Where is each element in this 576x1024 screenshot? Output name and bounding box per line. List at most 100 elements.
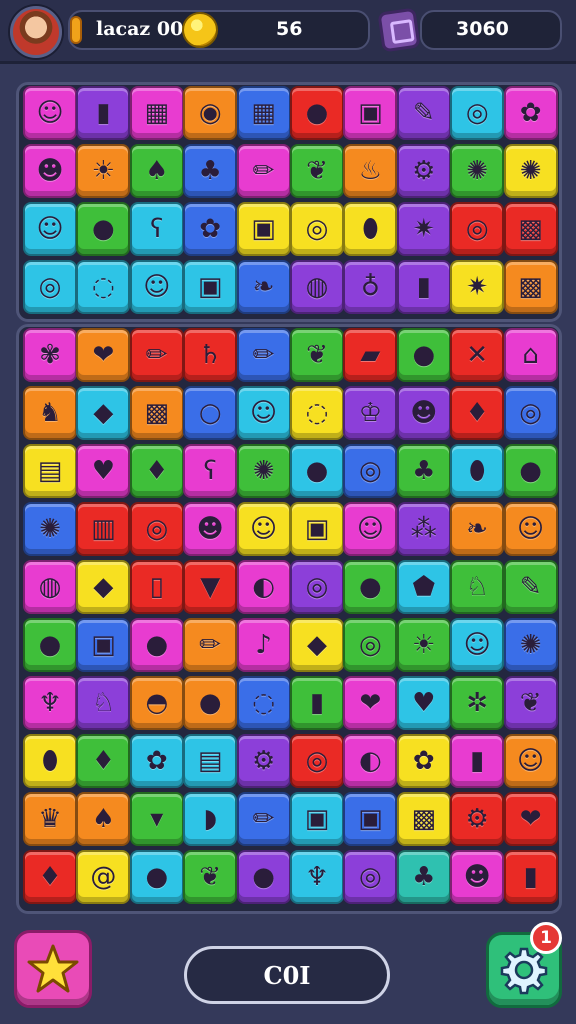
- board-top-tile[interactable]: ♁: [343, 260, 398, 314]
- board-top-tile[interactable]: ☺: [23, 202, 77, 256]
- board-top-tile[interactable]: ✷: [396, 202, 451, 256]
- board-bottom-tile[interactable]: ⁂: [396, 502, 451, 556]
- board-bottom-tile[interactable]: ⬮: [23, 734, 77, 788]
- board-bottom-tile[interactable]: ◍: [23, 560, 77, 614]
- board-bottom-tile[interactable]: ✎: [503, 560, 558, 614]
- board-bottom-tile[interactable]: ☀: [396, 618, 451, 672]
- board-bottom-tile[interactable]: ♄: [183, 328, 238, 382]
- board-top-tile[interactable]: ♨: [343, 144, 398, 198]
- board-bottom-tile[interactable]: ♥: [76, 444, 131, 498]
- board-top-tile[interactable]: ▩: [503, 260, 558, 314]
- board-bottom-tile[interactable]: ▩: [396, 792, 451, 846]
- board-top-tile[interactable]: ✿: [183, 202, 238, 256]
- board-bottom-tile[interactable]: ✾: [23, 328, 77, 382]
- board-top-tile[interactable]: ◎: [450, 202, 505, 256]
- board-top-tile[interactable]: ♠: [129, 144, 184, 198]
- board-bottom-tile[interactable]: ♪: [236, 618, 291, 672]
- board-top-tile[interactable]: ◉: [183, 86, 238, 140]
- board-top-tile[interactable]: ⚙: [396, 144, 451, 198]
- board-bottom-tile[interactable]: ◆: [76, 386, 131, 440]
- board-bottom-tile[interactable]: ❤: [343, 676, 398, 730]
- board-bottom-tile[interactable]: ❦: [290, 328, 344, 382]
- board-bottom-tile[interactable]: ❦: [503, 676, 558, 730]
- board-top-tile[interactable]: ✿: [503, 86, 558, 140]
- board-top-tile[interactable]: ◎: [290, 202, 344, 256]
- board-top-tile[interactable]: ☺: [129, 260, 184, 314]
- board-bottom-tile[interactable]: ♦: [450, 386, 505, 440]
- board-bottom-tile[interactable]: ⌂: [503, 328, 558, 382]
- board-bottom-tile[interactable]: ☺: [503, 734, 558, 788]
- board-bottom-tile[interactable]: ♔: [343, 386, 398, 440]
- board-top-tile[interactable]: ▣: [183, 260, 238, 314]
- board-bottom-tile[interactable]: ●: [183, 676, 238, 730]
- board-bottom-tile[interactable]: ☺: [450, 618, 505, 672]
- board-bottom-tile[interactable]: ●: [396, 328, 451, 382]
- board-top-tile[interactable]: ⬮: [343, 202, 398, 256]
- board-bottom-tile[interactable]: ♠: [76, 792, 131, 846]
- board-bottom-tile[interactable]: ◌: [236, 676, 291, 730]
- board-top-tile[interactable]: ♣: [183, 144, 238, 198]
- board-bottom-tile[interactable]: ●: [129, 850, 184, 904]
- board-bottom-tile[interactable]: ◎: [129, 502, 184, 556]
- board-bottom-tile[interactable]: ◎: [343, 618, 398, 672]
- board-bottom-tile[interactable]: ▮: [450, 734, 505, 788]
- board-bottom-tile[interactable]: ✕: [450, 328, 505, 382]
- board-bottom-tile[interactable]: ◎: [290, 560, 344, 614]
- board-bottom-tile[interactable]: ♛: [23, 792, 77, 846]
- board-top-tile[interactable]: ✺: [503, 144, 558, 198]
- board-bottom-tile[interactable]: ♥: [396, 676, 451, 730]
- board-bottom-tile[interactable]: ◎: [290, 734, 344, 788]
- board-bottom-tile[interactable]: ⚙: [450, 792, 505, 846]
- board-bottom-tile[interactable]: ✺: [236, 444, 291, 498]
- board-bottom-tile[interactable]: ♆: [290, 850, 344, 904]
- board-bottom-tile[interactable]: ❧: [450, 502, 505, 556]
- board-bottom-tile[interactable]: ◐: [343, 734, 398, 788]
- board-bottom-tile[interactable]: ▼: [183, 560, 238, 614]
- board-top-tile[interactable]: ▮: [76, 86, 131, 140]
- board-top-tile[interactable]: ▣: [343, 86, 398, 140]
- board-bottom-tile[interactable]: ◗: [183, 792, 238, 846]
- board-bottom-tile[interactable]: ʕ: [183, 444, 238, 498]
- board-bottom-tile[interactable]: ♞: [23, 386, 77, 440]
- board-bottom-tile[interactable]: ✲: [450, 676, 505, 730]
- board-top-tile[interactable]: ◎: [23, 260, 77, 314]
- board-top-tile[interactable]: ❧: [236, 260, 291, 314]
- board-top-tile[interactable]: ▦: [129, 86, 184, 140]
- player-avatar[interactable]: [10, 6, 62, 58]
- board-bottom-tile[interactable]: ✿: [129, 734, 184, 788]
- board-top-tile[interactable]: ▦: [236, 86, 291, 140]
- board-bottom-tile[interactable]: ♘: [450, 560, 505, 614]
- board-bottom-tile[interactable]: ▣: [343, 792, 398, 846]
- star-booster-button[interactable]: [14, 930, 92, 1008]
- board-top-tile[interactable]: ◍: [290, 260, 344, 314]
- board-top-tile[interactable]: ●: [76, 202, 131, 256]
- board-bottom-tile[interactable]: ▾: [129, 792, 184, 846]
- board-bottom-tile[interactable]: ●: [343, 560, 398, 614]
- board-top-tile[interactable]: ❦: [290, 144, 344, 198]
- board-bottom-tile[interactable]: ○: [183, 386, 238, 440]
- board-bottom-tile[interactable]: ◎: [343, 444, 398, 498]
- board-bottom-tile[interactable]: ●: [236, 850, 291, 904]
- board-bottom-tile[interactable]: ❤: [76, 328, 131, 382]
- board-bottom-tile[interactable]: ▯: [129, 560, 184, 614]
- board-bottom-tile[interactable]: ▣: [290, 792, 344, 846]
- board-top-tile[interactable]: ✎: [396, 86, 451, 140]
- board-bottom-tile[interactable]: ▣: [290, 502, 344, 556]
- board-bottom-tile[interactable]: ▮: [290, 676, 344, 730]
- board-bottom-tile[interactable]: ♣: [396, 850, 451, 904]
- board-bottom-tile[interactable]: ●: [23, 618, 77, 672]
- board-bottom-tile[interactable]: ▥: [76, 502, 131, 556]
- board-bottom-tile[interactable]: ▮: [503, 850, 558, 904]
- board-bottom-tile[interactable]: ⬮: [450, 444, 505, 498]
- board-bottom-tile[interactable]: ✏: [236, 792, 291, 846]
- board-bottom-tile[interactable]: ▣: [76, 618, 131, 672]
- board-bottom-tile[interactable]: ☺: [343, 502, 398, 556]
- board-bottom-tile[interactable]: ❤: [503, 792, 558, 846]
- board-bottom-tile[interactable]: ◓: [129, 676, 184, 730]
- board-top-tile[interactable]: ●: [290, 86, 344, 140]
- board-top-tile[interactable]: ☀: [76, 144, 131, 198]
- board-bottom-tile[interactable]: ☺: [503, 502, 558, 556]
- board-bottom-tile[interactable]: ◆: [290, 618, 344, 672]
- board-bottom-tile[interactable]: ✏: [236, 328, 291, 382]
- board-top-tile[interactable]: ▣: [236, 202, 291, 256]
